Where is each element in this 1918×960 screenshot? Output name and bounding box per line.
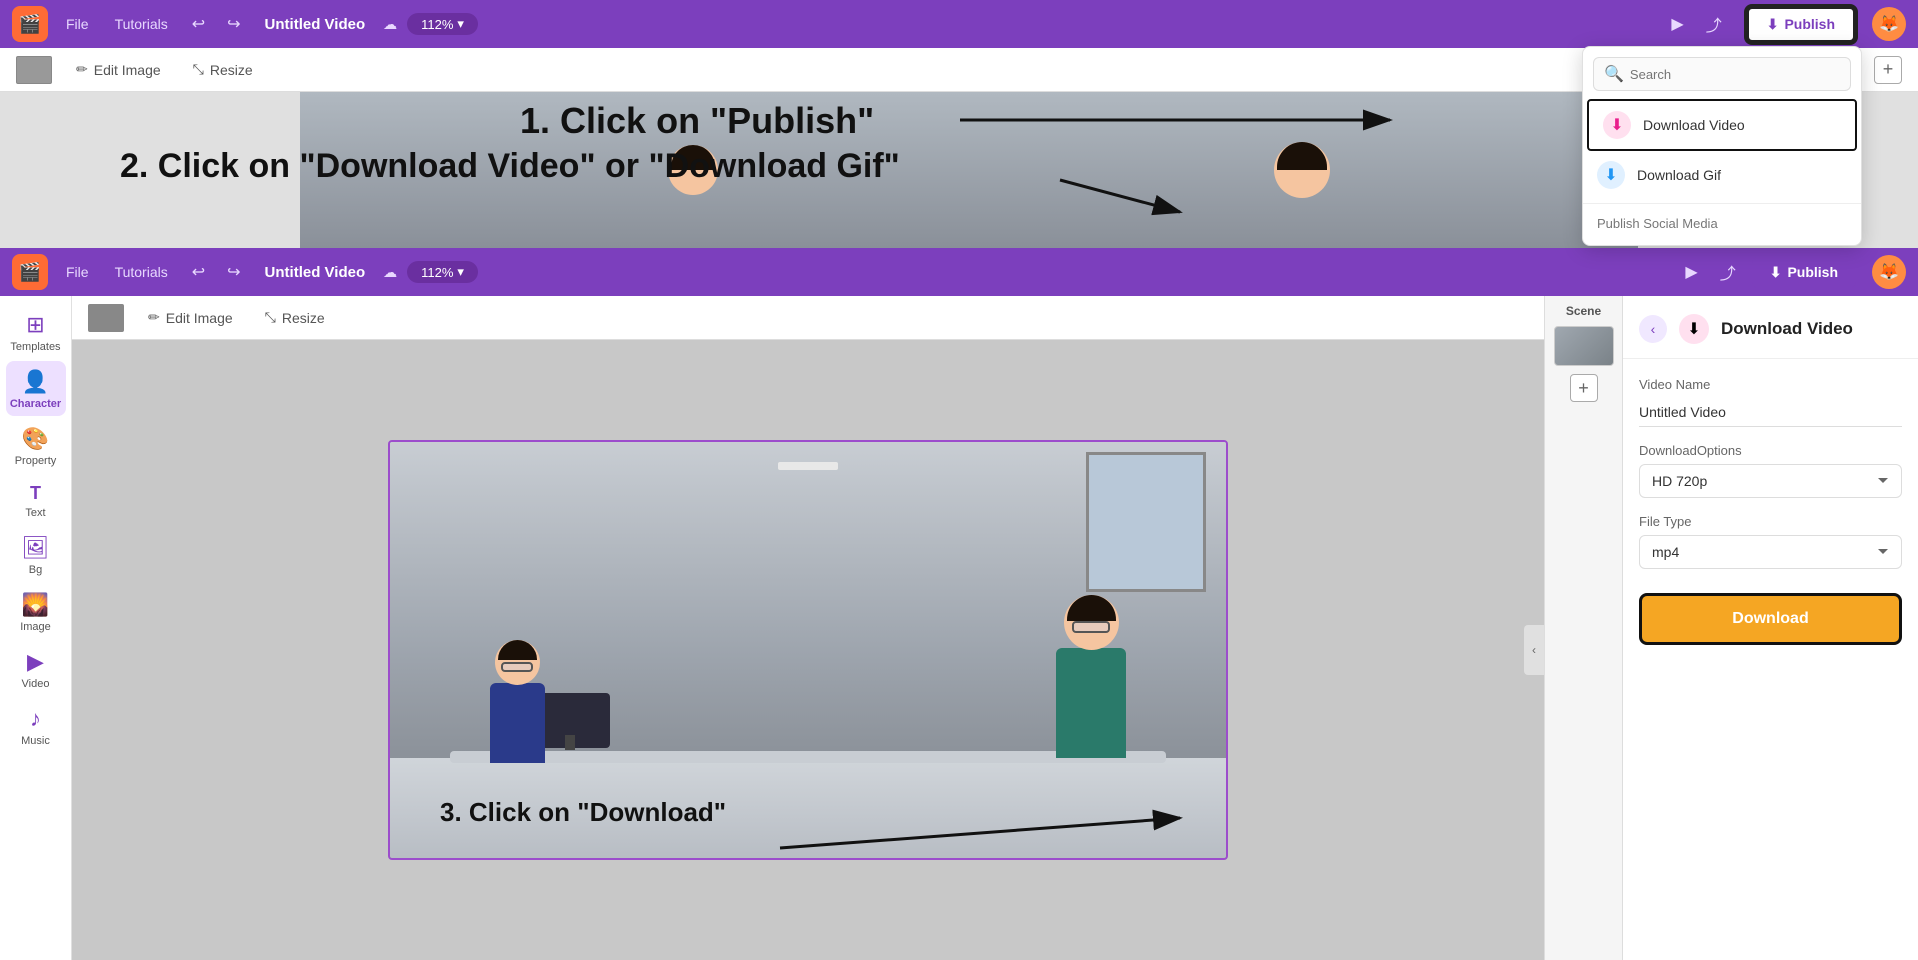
resize-btn-bottom[interactable]: ⤡ Resize <box>257 305 333 330</box>
scene-panel-label: Scene <box>1566 304 1601 318</box>
file-menu-bottom[interactable]: File <box>58 260 97 284</box>
zoom-control-bottom[interactable]: 112% ▾ <box>407 261 478 283</box>
play-btn[interactable]: ▶ <box>1665 10 1689 38</box>
video-icon: ▶ <box>27 649 44 675</box>
cloud-save-icon-bottom: ☁ <box>383 264 397 281</box>
canvas-viewport[interactable]: 3. Click on "Download" ‹ <box>72 340 1544 960</box>
video-name-input[interactable] <box>1639 398 1902 427</box>
canvas-area: ✏ Edit Image ⤡ Resize <box>72 296 1544 960</box>
file-type-field: File Type mp4 gif avi <box>1639 514 1902 569</box>
add-scene-btn[interactable]: + <box>1874 56 1902 84</box>
redo-btn[interactable]: ↪ <box>221 10 246 38</box>
cloud-save-icon: ☁ <box>383 16 397 33</box>
share-btn[interactable]: ⤴ <box>1700 8 1728 40</box>
video-title: Untitled Video <box>265 16 366 33</box>
file-type-label: File Type <box>1639 514 1902 529</box>
sidebar-item-bg[interactable]: 🖼 Bg <box>6 527 66 582</box>
tutorials-menu-bottom[interactable]: Tutorials <box>107 260 176 284</box>
user-avatar[interactable]: 🦊 <box>1872 7 1906 41</box>
download-video-panel: ‹ ⬇ Download Video Video Name DownloadOp… <box>1622 296 1918 960</box>
collapse-handle[interactable]: ‹ <box>1524 625 1544 675</box>
app-logo: 🎬 <box>12 6 48 42</box>
add-scene-btn-bottom[interactable]: + <box>1570 374 1598 402</box>
user-avatar-bottom[interactable]: 🦊 <box>1872 255 1906 289</box>
scene-panel: Scene + <box>1544 296 1622 960</box>
download-options-label: DownloadOptions <box>1639 443 1902 458</box>
sidebar: ⊞ Templates 👤 Character 🎨 Property T Tex… <box>0 296 72 960</box>
sidebar-item-music[interactable]: ♪ Music <box>6 698 66 753</box>
search-input[interactable] <box>1630 67 1840 82</box>
instruction-step1: 1. Click on "Publish" <box>520 100 874 142</box>
pencil-icon-bottom: ✏ <box>148 309 160 326</box>
property-icon: 🎨 <box>22 426 49 452</box>
download-btn[interactable]: Download <box>1639 593 1902 645</box>
tutorials-menu[interactable]: Tutorials <box>107 12 176 36</box>
publish-dropdown: 🔍 ⬇ Download Video ⬇ Download Gif Publis… <box>1582 46 1862 246</box>
instruction-step2: 2. Click on "Download Video" or "Downloa… <box>120 147 900 186</box>
download-video-icon: ⬇ <box>1603 111 1631 139</box>
play-btn-bottom[interactable]: ▶ <box>1679 258 1703 286</box>
scene-canvas: 3. Click on "Download" <box>388 440 1228 860</box>
instruction-step3: 3. Click on "Download" <box>440 797 726 828</box>
video-title-bottom: Untitled Video <box>265 264 366 281</box>
resize-icon-bottom: ⤡ <box>265 309 276 326</box>
sidebar-item-text[interactable]: T Text <box>6 475 66 525</box>
back-btn[interactable]: ‹ <box>1639 315 1667 343</box>
video-name-field: Video Name <box>1639 377 1902 427</box>
edit-image-btn-bottom[interactable]: ✏ Edit Image <box>140 305 241 330</box>
share-btn-bottom[interactable]: ⤴ <box>1714 256 1742 288</box>
publish-icon-bottom: ⬇ <box>1770 264 1782 281</box>
sidebar-item-property[interactable]: 🎨 Property <box>6 418 66 473</box>
sidebar-item-image[interactable]: 🌄 Image <box>6 584 66 639</box>
resize-btn[interactable]: ⤡ Resize <box>185 57 261 82</box>
dropdown-search-bar[interactable]: 🔍 <box>1593 57 1851 91</box>
undo-btn-bottom[interactable]: ↩ <box>186 258 211 286</box>
file-menu[interactable]: File <box>58 12 97 36</box>
image-icon: 🌄 <box>22 592 49 618</box>
publish-download-icon: ⬇ <box>1767 16 1779 33</box>
panel-title-icon: ⬇ <box>1679 314 1709 344</box>
scene-thumbnail[interactable] <box>1554 326 1614 366</box>
publish-button-bottom[interactable]: ⬇ Publish <box>1752 257 1856 288</box>
edit-image-btn[interactable]: ✏ Edit Image <box>68 57 169 82</box>
download-options-select[interactable]: HD 720p HD 1080p SD 480p <box>1639 464 1902 498</box>
download-options-field: DownloadOptions HD 720p HD 1080p SD 480p <box>1639 443 1902 498</box>
panel-header: ‹ ⬇ Download Video <box>1623 296 1918 359</box>
redo-btn-bottom[interactable]: ↪ <box>221 258 246 286</box>
text-icon: T <box>30 483 41 504</box>
search-icon: 🔍 <box>1604 64 1624 84</box>
publish-button[interactable]: ⬇ Publish <box>1746 6 1856 43</box>
pencil-icon: ✏ <box>76 61 88 78</box>
panel-title-text: Download Video <box>1721 319 1853 339</box>
download-gif-item[interactable]: ⬇ Download Gif <box>1583 151 1861 199</box>
bg-icon: 🖼 <box>22 535 50 561</box>
canvas-color-swatch <box>16 56 52 84</box>
bottom-toolbar: 🎬 File Tutorials ↩ ↪ Untitled Video ☁ 11… <box>0 248 1918 296</box>
resize-icon: ⤡ <box>193 61 204 78</box>
templates-icon: ⊞ <box>26 312 44 338</box>
video-name-label: Video Name <box>1639 377 1902 392</box>
canvas-edit-bar: ✏ Edit Image ⤡ Resize <box>72 296 1544 340</box>
panel-body: Video Name DownloadOptions HD 720p HD 10… <box>1623 359 1918 960</box>
canvas-thumb <box>88 304 124 332</box>
zoom-control[interactable]: 112% ▾ <box>407 13 478 35</box>
undo-btn[interactable]: ↩ <box>186 10 211 38</box>
file-type-select[interactable]: mp4 gif avi <box>1639 535 1902 569</box>
app-logo-bottom: 🎬 <box>12 254 48 290</box>
download-video-item[interactable]: ⬇ Download Video <box>1587 99 1857 151</box>
music-icon: ♪ <box>30 706 41 732</box>
top-toolbar: 🎬 File Tutorials ↩ ↪ Untitled Video ☁ 11… <box>0 0 1918 48</box>
download-gif-icon: ⬇ <box>1597 161 1625 189</box>
publish-social-label: Publish Social Media <box>1583 208 1861 239</box>
character-icon: 👤 <box>22 369 49 395</box>
sidebar-item-character[interactable]: 👤 Character <box>6 361 66 416</box>
sidebar-item-video[interactable]: ▶ Video <box>6 641 66 696</box>
sidebar-item-templates[interactable]: ⊞ Templates <box>6 304 66 359</box>
